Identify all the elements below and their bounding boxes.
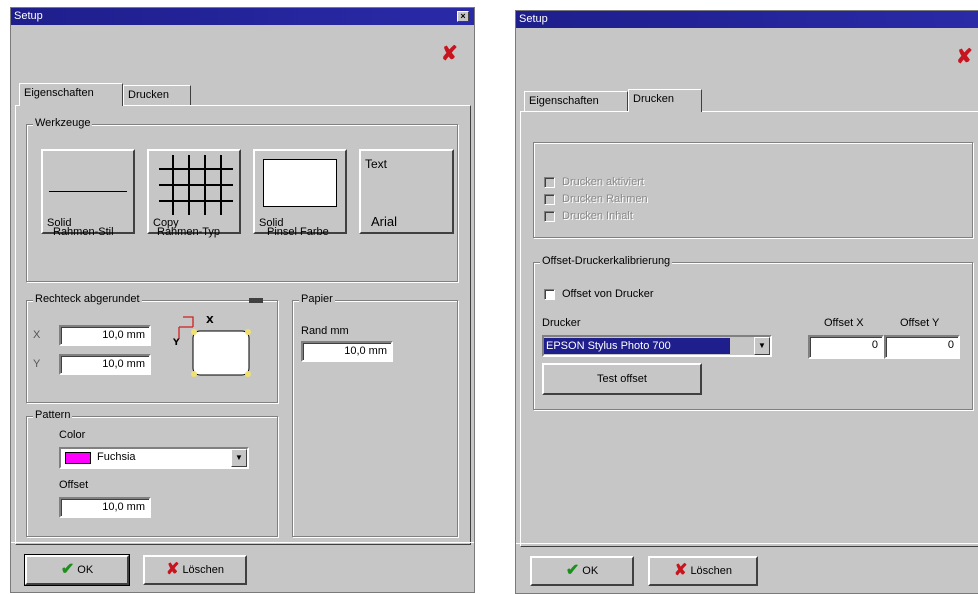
pattern-group: Pattern Color Fuchsia ▼ Offset 10,0 mm: [26, 409, 278, 537]
button-bar: ✔ OK ✘ Löschen: [516, 543, 978, 593]
checkbox-drucken-inhalt[interactable]: [544, 211, 555, 222]
window-close-button[interactable]: ×: [457, 11, 469, 22]
tab-drucken[interactable]: Drucken: [123, 85, 191, 106]
printer-select[interactable]: EPSON Stylus Photo 700 ▼: [542, 335, 772, 357]
printer-select-value: EPSON Stylus Photo 700: [544, 338, 730, 354]
rechteck-toggle[interactable]: [249, 298, 263, 303]
rahmen-typ-label: Rahmen-Typ: [157, 226, 220, 238]
rahmen-stil-label: Rahmen-Stil: [53, 226, 114, 238]
papier-legend: Papier: [299, 293, 335, 305]
rahmen-stil-button[interactable]: Solid: [41, 149, 135, 234]
color-swatch: [65, 452, 91, 464]
setup-window-left: Setup × ✘ Eigenschaften Drucken Werkzeug…: [10, 7, 475, 593]
delete-x-icon[interactable]: ✘: [956, 47, 973, 67]
pinsel-farbe-label: Pinsel Farbe: [267, 226, 329, 238]
tab-drucken[interactable]: Drucken: [628, 89, 702, 112]
rahmen-typ-button[interactable]: Copy: [147, 149, 241, 234]
delete-icon: ✘: [165, 561, 180, 579]
y-label: Y: [33, 358, 41, 370]
color-label: Color: [59, 429, 86, 441]
loeschen-button[interactable]: ✘ Löschen: [143, 555, 247, 585]
test-offset-button[interactable]: Test offset: [542, 363, 702, 395]
offset-label: Offset: [59, 479, 89, 491]
brush-color-swatch: [263, 159, 337, 207]
color-select-value: Fuchsia: [97, 451, 136, 463]
offset-x-label: Offset X: [824, 317, 864, 329]
pattern-legend: Pattern: [33, 409, 73, 421]
color-select[interactable]: Fuchsia ▼: [59, 447, 249, 469]
offset-von-drucker-checkbox[interactable]: [544, 289, 555, 300]
werkzeuge-legend: Werkzeuge: [33, 117, 93, 129]
ok-label: OK: [582, 565, 599, 577]
title-bar[interactable]: Setup ×: [11, 8, 474, 25]
grid-icon: [159, 155, 233, 215]
offset-calibration-group: Offset-Druckerkalibrierung Offset von Dr…: [533, 255, 973, 410]
loeschen-button[interactable]: ✘ Löschen: [648, 556, 758, 586]
checkbox-drucken-aktiviert[interactable]: [544, 177, 555, 188]
pattern-offset-input[interactable]: 10,0 mm: [59, 497, 151, 518]
checkmark-icon: ✔: [60, 561, 75, 579]
werkzeuge-group: Werkzeuge Solid Copy Solid Text Arial Ra…: [26, 117, 458, 282]
rechteck-legend: Rechteck abgerundet: [33, 293, 142, 305]
setup-window-right: Setup × ✘ Eigenschaften Drucken Drucken …: [515, 10, 978, 594]
tab-panel-drucken: Drucken aktiviert Drucken Rahmen Drucken…: [520, 111, 978, 547]
tab-eigenschaften[interactable]: Eigenschaften: [19, 83, 123, 106]
chevron-down-icon[interactable]: ▼: [754, 337, 770, 355]
checkmark-icon: ✔: [565, 562, 580, 580]
font-caption: Arial: [371, 214, 398, 229]
button-bar: ✔ OK ✘ Löschen: [11, 542, 474, 592]
rechteck-y-input[interactable]: 10,0 mm: [59, 354, 151, 375]
rechteck-x-input[interactable]: 10,0 mm: [59, 325, 151, 346]
pinsel-farbe-button[interactable]: Solid: [253, 149, 347, 234]
rand-label: Rand mm: [301, 325, 349, 337]
checkbox-drucken-rahmen[interactable]: [544, 194, 555, 205]
tab-panel-eigenschaften: Werkzeuge Solid Copy Solid Text Arial Ra…: [15, 105, 471, 545]
ok-button[interactable]: ✔ OK: [24, 554, 130, 586]
offset-y-label: Offset Y: [900, 317, 940, 329]
rand-input[interactable]: 10,0 mm: [301, 341, 393, 362]
window-title: Setup: [14, 10, 43, 22]
loeschen-label: Löschen: [690, 565, 733, 577]
ok-label: OK: [77, 564, 94, 576]
drucker-label: Drucker: [542, 317, 581, 329]
window-title: Setup: [519, 13, 548, 25]
drucken-options-group: Drucken aktiviert Drucken Rahmen Drucken…: [533, 142, 973, 238]
offset-von-drucker-label: Offset von Drucker: [562, 288, 654, 300]
text-font-button[interactable]: Text Arial: [359, 149, 454, 234]
checkbox-drucken-aktiviert-label: Drucken aktiviert: [562, 176, 644, 188]
offset-y-input[interactable]: 0: [884, 335, 960, 359]
rounded-rect-preview-icon: X Y: [173, 315, 251, 377]
x-label: X: [33, 329, 41, 341]
rechteck-group: Rechteck abgerundet X 10,0 mm Y 10,0 mm …: [26, 293, 278, 403]
axis-y-label: Y: [173, 338, 180, 348]
tab-eigenschaften[interactable]: Eigenschaften: [524, 91, 628, 112]
ok-button[interactable]: ✔ OK: [530, 556, 634, 586]
loeschen-label: Löschen: [182, 564, 225, 576]
offset-calibration-legend: Offset-Druckerkalibrierung: [540, 255, 673, 267]
solid-line-icon: [49, 191, 127, 192]
axis-x-label: X: [206, 315, 214, 326]
title-bar[interactable]: Setup ×: [516, 11, 978, 28]
offset-x-input[interactable]: 0: [808, 335, 884, 359]
checkbox-drucken-inhalt-label: Drucken Inhalt: [562, 210, 633, 222]
text-preview: Text: [365, 157, 388, 171]
checkbox-drucken-rahmen-label: Drucken Rahmen: [562, 193, 648, 205]
delete-icon: ✘: [673, 562, 688, 580]
papier-group: Papier Rand mm 10,0 mm: [292, 293, 458, 537]
chevron-down-icon[interactable]: ▼: [231, 449, 247, 467]
delete-x-icon[interactable]: ✘: [441, 44, 458, 64]
